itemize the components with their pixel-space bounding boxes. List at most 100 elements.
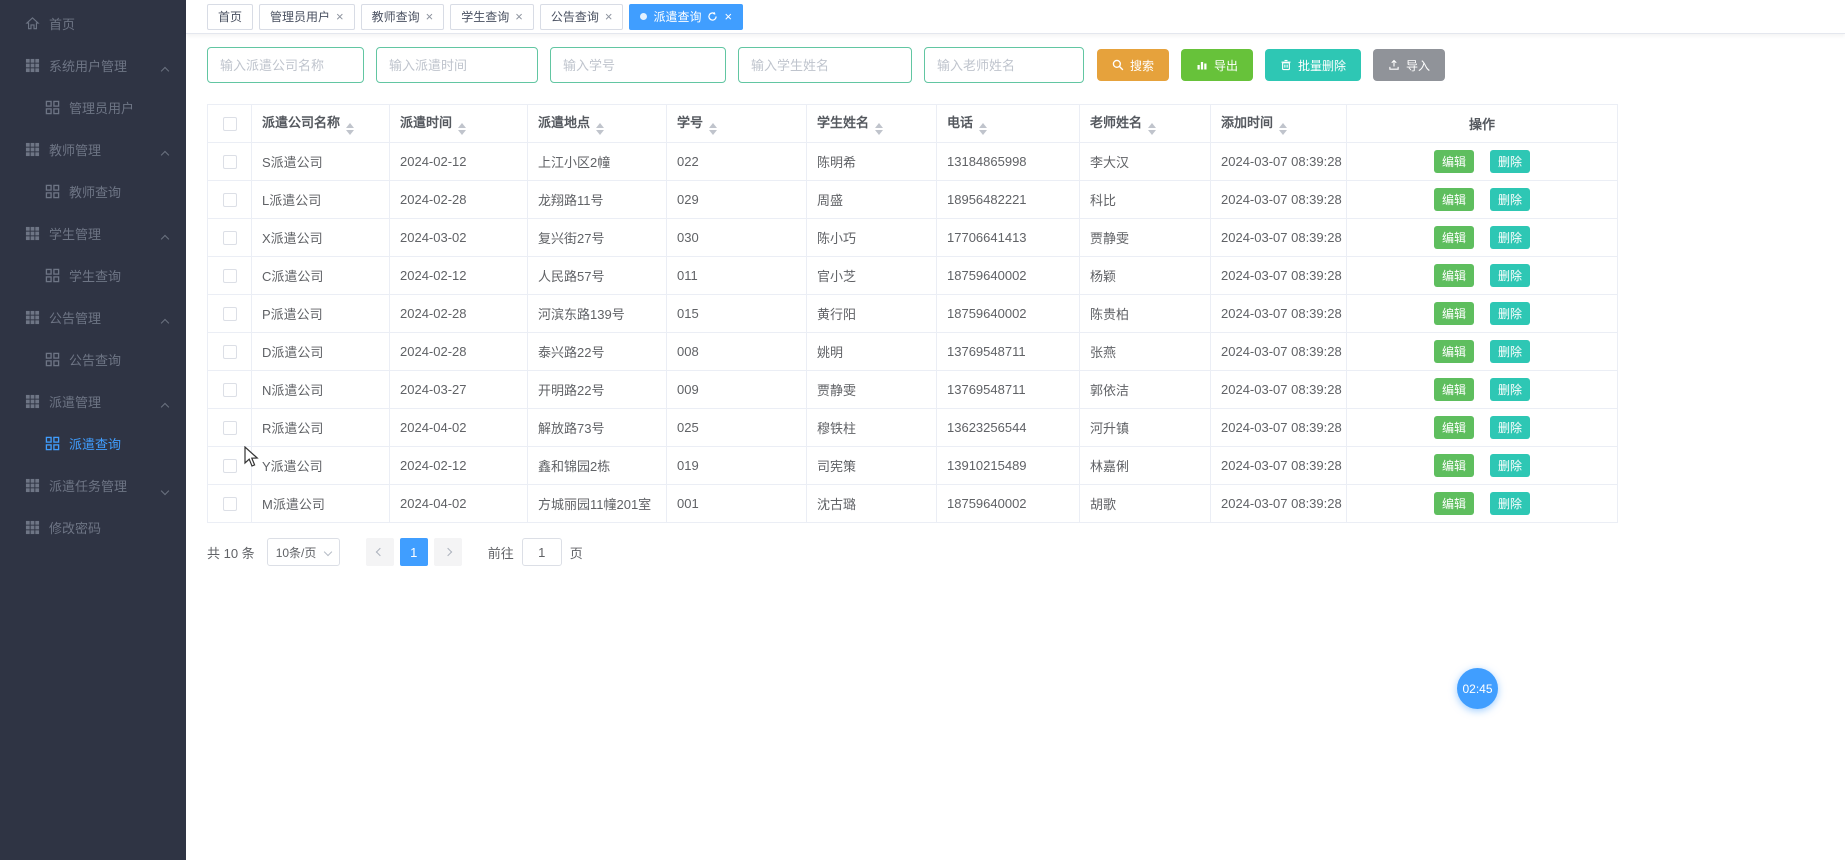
sidebar-item-dispatch-task-mgmt[interactable]: 派遣任务管理 [0, 464, 186, 506]
column-header-added-time[interactable]: 添加时间 [1210, 104, 1347, 143]
edit-button[interactable]: 编辑 [1434, 340, 1474, 363]
cell-student-no: 008 [666, 332, 807, 371]
next-page-button[interactable] [433, 538, 462, 566]
column-header-student-no[interactable]: 学号 [666, 104, 807, 143]
tab-student-query[interactable]: 学生查询 × [450, 3, 534, 30]
sidebar-item-dispatch-query[interactable]: 派遣查询 [0, 422, 186, 464]
tab-dispatch-query[interactable]: 派遣查询 × [629, 3, 744, 30]
grid-icon [25, 58, 40, 73]
timer-bubble[interactable]: 02:45 [1457, 668, 1498, 709]
tab-notice-query[interactable]: 公告查询 × [539, 3, 624, 30]
row-checkbox[interactable] [222, 459, 237, 474]
sidebar-item-change-password[interactable]: 修改密码 [0, 506, 186, 548]
column-header-teacher-name[interactable]: 老师姓名 [1079, 104, 1211, 143]
prev-page-button[interactable] [365, 538, 394, 566]
row-checkbox[interactable] [222, 155, 237, 170]
import-button[interactable]: 导入 [1373, 49, 1446, 81]
filter-toolbar: 搜索 导出 批量删除 导入 [207, 47, 1845, 83]
close-icon[interactable]: × [515, 10, 523, 23]
sort-icon[interactable] [979, 123, 988, 135]
column-header-phone[interactable]: 电话 [936, 104, 1080, 143]
close-icon[interactable]: × [724, 10, 732, 23]
delete-button[interactable]: 删除 [1490, 264, 1530, 287]
cell-address: 方城丽园11幢201室 [527, 484, 667, 523]
delete-button[interactable]: 删除 [1490, 378, 1530, 401]
delete-button[interactable]: 删除 [1490, 188, 1530, 211]
close-icon[interactable]: × [336, 10, 344, 23]
edit-button[interactable]: 编辑 [1434, 378, 1474, 401]
row-checkbox[interactable] [222, 307, 237, 322]
sort-icon[interactable] [1279, 123, 1288, 135]
row-checkbox[interactable] [222, 345, 237, 360]
sidebar-item-admin-users[interactable]: 管理员用户 [0, 86, 186, 128]
export-button[interactable]: 导出 [1181, 49, 1254, 81]
sort-icon[interactable] [596, 123, 605, 135]
sort-icon[interactable] [709, 123, 718, 135]
sidebar-item-teacher-query[interactable]: 教师查询 [0, 170, 186, 212]
student-name-filter-input[interactable] [738, 47, 912, 83]
delete-button[interactable]: 删除 [1490, 226, 1530, 249]
company-filter-input[interactable] [207, 47, 364, 83]
column-header-student-name[interactable]: 学生姓名 [806, 104, 937, 143]
sort-icon[interactable] [875, 123, 884, 135]
edit-button[interactable]: 编辑 [1434, 226, 1474, 249]
edit-button[interactable]: 编辑 [1434, 150, 1474, 173]
bar-chart-icon [1197, 62, 1207, 70]
dispatch-time-filter-input[interactable] [376, 47, 538, 83]
row-checkbox[interactable] [222, 193, 237, 208]
refresh-icon[interactable] [707, 11, 718, 22]
cell-student-name: 司宪策 [806, 446, 937, 485]
delete-button[interactable]: 删除 [1490, 492, 1530, 515]
teacher-name-filter-input[interactable] [924, 47, 1084, 83]
edit-button[interactable]: 编辑 [1434, 264, 1474, 287]
sidebar-item-student-mgmt[interactable]: 学生管理 [0, 212, 186, 254]
sidebar-item-system-user-mgmt[interactable]: 系统用户管理 [0, 44, 186, 86]
sidebar-item-notice-query[interactable]: 公告查询 [0, 338, 186, 380]
edit-button[interactable]: 编辑 [1434, 492, 1474, 515]
page-size-select[interactable]: 10条/页 [266, 538, 340, 566]
batch-delete-button[interactable]: 批量删除 [1265, 49, 1362, 81]
sidebar-item-student-query[interactable]: 学生查询 [0, 254, 186, 296]
tab-home[interactable]: 首页 [207, 3, 254, 30]
edit-button[interactable]: 编辑 [1434, 302, 1474, 325]
close-icon[interactable]: × [426, 10, 434, 23]
edit-button[interactable]: 编辑 [1434, 416, 1474, 439]
delete-button[interactable]: 删除 [1490, 340, 1530, 363]
cell-teacher-name: 贾静雯 [1079, 218, 1211, 257]
sort-icon[interactable] [1148, 123, 1157, 135]
page-number-button[interactable]: 1 [399, 538, 428, 566]
sidebar-item-notice-mgmt[interactable]: 公告管理 [0, 296, 186, 338]
sort-icon[interactable] [346, 123, 355, 135]
row-checkbox[interactable] [222, 383, 237, 398]
row-checkbox[interactable] [222, 269, 237, 284]
tab-admin-users[interactable]: 管理员用户 × [259, 3, 355, 30]
tab-label: 首页 [218, 10, 243, 24]
tab-teacher-query[interactable]: 教师查询 × [360, 3, 445, 30]
search-button[interactable]: 搜索 [1097, 49, 1170, 81]
edit-button[interactable]: 编辑 [1434, 188, 1474, 211]
cell-student-name: 官小芝 [806, 256, 937, 295]
goto-page-input[interactable] [521, 538, 562, 566]
delete-button[interactable]: 删除 [1490, 150, 1530, 173]
column-header-dispatch-time[interactable]: 派遣时间 [389, 104, 528, 143]
sort-icon[interactable] [458, 123, 467, 135]
delete-button[interactable]: 删除 [1490, 302, 1530, 325]
pagination-total: 共 10 条 [207, 545, 255, 561]
row-checkbox[interactable] [222, 231, 237, 246]
table-row: R派遣公司 2024-04-02 解放路73号 025 穆铁柱 13623256… [207, 408, 1618, 447]
student-no-filter-input[interactable] [550, 47, 726, 83]
column-header-company[interactable]: 派遣公司名称 [251, 104, 390, 143]
cell-company: D派遣公司 [251, 332, 390, 371]
delete-button[interactable]: 删除 [1490, 416, 1530, 439]
cell-company: P派遣公司 [251, 294, 390, 333]
delete-button[interactable]: 删除 [1490, 454, 1530, 477]
select-all-checkbox[interactable] [222, 117, 237, 132]
row-checkbox[interactable] [222, 421, 237, 436]
sidebar-item-dispatch-mgmt[interactable]: 派遣管理 [0, 380, 186, 422]
edit-button[interactable]: 编辑 [1434, 454, 1474, 477]
column-header-address[interactable]: 派遣地点 [527, 104, 667, 143]
sidebar-item-home[interactable]: 首页 [0, 2, 186, 44]
close-icon[interactable]: × [605, 10, 613, 23]
sidebar-item-teacher-mgmt[interactable]: 教师管理 [0, 128, 186, 170]
row-checkbox[interactable] [222, 497, 237, 512]
